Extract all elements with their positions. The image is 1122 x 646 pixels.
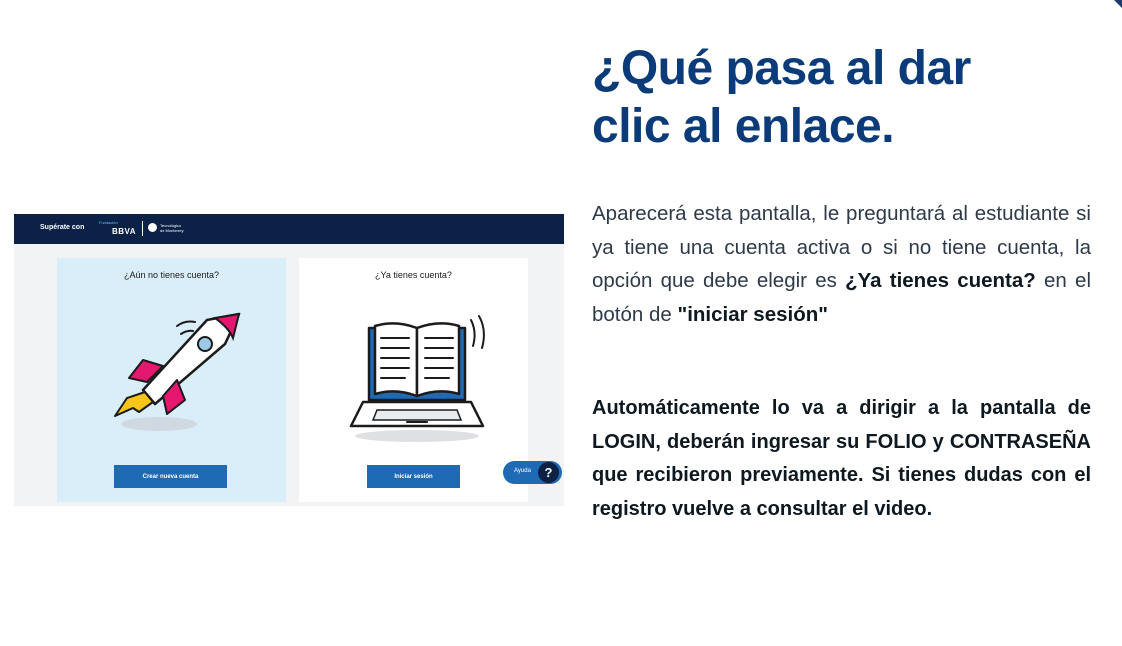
- button-reference: "iniciar sesión": [677, 302, 828, 326]
- new-account-card: ¿Aún no tienes cuenta? Crear nueva cuent…: [57, 258, 286, 502]
- corner-mark-icon: [1114, 0, 1122, 8]
- help-label: Ayuda: [514, 468, 531, 474]
- embedded-screenshot: Supérate con Fundación BBVA Tecnológico …: [14, 214, 564, 506]
- laptop-book-illustration: [349, 315, 485, 442]
- bbva-logo: BBVA: [112, 227, 137, 236]
- create-account-button[interactable]: Crear nueva cuenta: [114, 465, 227, 488]
- logo-divider: [142, 221, 143, 236]
- login-instructions-paragraph: Automáticamente lo va a dirigir a la pan…: [592, 397, 1091, 520]
- instructions-paragraph: Aparecerá esta pantalla, le preguntará a…: [592, 197, 1091, 331]
- new-account-title: ¿Aún no tienes cuenta?: [123, 270, 220, 280]
- existing-account-title: ¿Ya tienes cuenta?: [375, 270, 452, 280]
- page-title-line2: clic al enlace.: [592, 100, 895, 153]
- existing-account-card: ¿Ya tienes cuenta? Iniciar sesión: [299, 258, 528, 502]
- page-title-line1: ¿Qué pasa al dar: [592, 42, 971, 95]
- help-button[interactable]: Ayuda ?: [503, 461, 562, 484]
- rocket-illustration: [114, 312, 241, 431]
- tec-logo-icon: [148, 223, 157, 232]
- tec-line2: de Monterrey: [160, 228, 184, 233]
- page-title: ¿Qué pasa al dar clic al enlace.: [592, 40, 1092, 156]
- login-button[interactable]: Iniciar sesión: [367, 465, 460, 488]
- help-icon: ?: [538, 462, 559, 483]
- tec-logo-text: Tecnológico de Monterrey: [160, 223, 184, 233]
- option-highlight: ¿Ya tienes cuenta?: [845, 269, 1036, 292]
- fundacion-text: Fundación: [99, 220, 118, 225]
- brand-text: Supérate con: [40, 224, 85, 231]
- screenshot-header-bar: Supérate con Fundación BBVA Tecnológico …: [14, 214, 564, 244]
